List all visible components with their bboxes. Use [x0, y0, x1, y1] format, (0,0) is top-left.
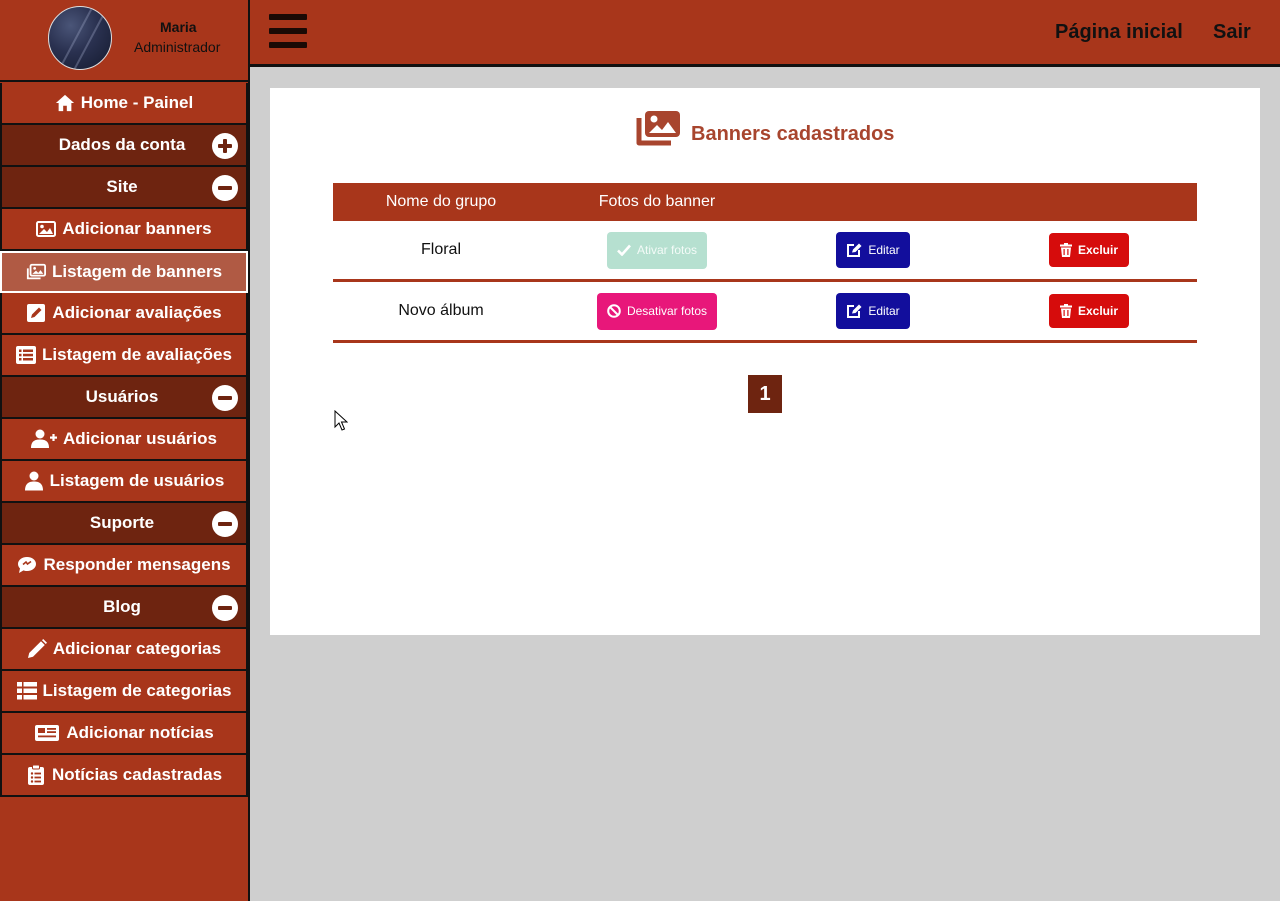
home-link[interactable]: Página inicial [1055, 21, 1183, 44]
button-label: Excluir [1077, 304, 1119, 318]
sidebar-item-list-categories[interactable]: Listagem de categorias [0, 671, 248, 713]
column-header-banner-photos: Fotos do banner [598, 193, 716, 210]
group-name-cell: Novo álbum [398, 302, 484, 319]
table-row: Floral Ativar fotos Editar Excluir [333, 221, 1197, 282]
button-label: Ativar fotos [636, 243, 698, 257]
mouse-cursor-icon [334, 410, 348, 431]
logout-link[interactable]: Sair [1213, 21, 1251, 44]
minus-circle-icon[interactable] [212, 595, 238, 621]
sidebar-section-account[interactable]: Dados da conta [0, 125, 248, 167]
column-header-group-name: Nome do grupo [385, 193, 497, 210]
edit-icon [26, 303, 46, 323]
trash-icon [1059, 304, 1072, 318]
comment-icon [17, 555, 37, 575]
delete-button[interactable]: Excluir [1049, 294, 1129, 328]
trash-icon [1059, 243, 1072, 257]
sidebar-item-label: Adicionar banners [62, 219, 212, 238]
images-icon [26, 262, 46, 282]
clipboard-list-icon [26, 765, 46, 785]
image-icon [36, 219, 57, 239]
sidebar-item-reply-messages[interactable]: Responder mensagens [0, 545, 248, 587]
table-row: Novo álbum Desativar fotos Editar Exclui… [333, 282, 1197, 343]
edit-icon [847, 243, 862, 257]
deactivate-photos-button[interactable]: Desativar fotos [597, 292, 717, 330]
sidebar-item-list-users[interactable]: Listagem de usuários [0, 461, 248, 503]
edit-icon [847, 304, 862, 318]
sidebar-section-label: Site [106, 177, 138, 196]
avatar[interactable] [48, 6, 112, 70]
edit-button[interactable]: Editar [836, 232, 910, 268]
minus-circle-icon[interactable] [212, 175, 238, 201]
sidebar-item-add-users[interactable]: Adicionar usuários [0, 419, 248, 461]
sidebar-item-label: Listagem de usuários [49, 471, 225, 490]
sidebar-item-add-categories[interactable]: Adicionar categorias [0, 629, 248, 671]
button-label: Editar [868, 304, 900, 318]
check-icon [617, 244, 631, 256]
sidebar-item-label: Listagem de avaliações [42, 345, 232, 364]
user-icon [24, 471, 44, 491]
minus-circle-icon[interactable] [212, 511, 238, 537]
sidebar-item-add-reviews[interactable]: Adicionar avaliações [0, 293, 248, 335]
banners-table: Nome do grupo Fotos do banner Floral Ati… [333, 183, 1197, 343]
sidebar-item-label: Responder mensagens [43, 555, 231, 574]
ban-icon [607, 304, 621, 318]
pagination-page-1[interactable]: 1 [748, 375, 782, 413]
sidebar-section-label: Usuários [85, 387, 159, 406]
table-header: Nome do grupo Fotos do banner [333, 183, 1197, 221]
page-title: Banners cadastrados [635, 110, 894, 153]
sidebar-item-label: Adicionar avaliações [52, 303, 222, 322]
activate-photos-button[interactable]: Ativar fotos [607, 231, 707, 269]
sidebar-item-label: Listagem de banners [51, 262, 223, 281]
sidebar-item-add-banners[interactable]: Adicionar banners [0, 209, 248, 251]
profile-name: Maria [160, 19, 197, 35]
banners-card: Banners cadastrados Nome do grupo Fotos … [270, 88, 1260, 635]
delete-button[interactable]: Excluir [1049, 233, 1129, 267]
sidebar-item-label: Adicionar categorias [52, 639, 222, 658]
sidebar: Maria Administrador Home - Painel Dados … [0, 0, 250, 901]
top-bar: Página inicial Sair [250, 0, 1280, 67]
sidebar-item-list-banners[interactable]: Listagem de banners [0, 251, 248, 293]
hamburger-menu-icon[interactable] [269, 14, 307, 50]
sidebar-item-add-news[interactable]: Adicionar notícias [0, 713, 248, 755]
table-list-icon [16, 681, 37, 701]
button-label: Editar [868, 243, 900, 257]
newspaper-icon [34, 723, 60, 743]
sidebar-item-label: Home - Painel [80, 93, 194, 112]
profile-header: Maria Administrador [0, 0, 248, 82]
sidebar-section-site[interactable]: Site [0, 167, 248, 209]
page-title-text: Banners cadastrados [691, 123, 895, 145]
home-icon [55, 93, 75, 113]
sidebar-item-label: Adicionar usuários [63, 429, 217, 448]
sidebar-section-label: Suporte [89, 513, 155, 532]
plus-circle-icon[interactable] [212, 133, 238, 159]
minus-circle-icon[interactable] [212, 385, 238, 411]
sidebar-section-users[interactable]: Usuários [0, 377, 248, 419]
sidebar-section-blog[interactable]: Blog [0, 587, 248, 629]
profile-role: Administrador [134, 39, 221, 55]
edit-button[interactable]: Editar [836, 293, 910, 329]
sidebar-menu: Home - Painel Dados da conta Site Adicio… [0, 83, 248, 797]
sidebar-item-label: Notícias cadastradas [51, 765, 223, 784]
sidebar-item-label: Adicionar notícias [66, 723, 214, 742]
pencil-icon [27, 639, 47, 659]
images-icon [635, 110, 681, 153]
sidebar-section-label: Dados da conta [58, 135, 186, 154]
sidebar-item-list-reviews[interactable]: Listagem de avaliações [0, 335, 248, 377]
sidebar-section-support[interactable]: Suporte [0, 503, 248, 545]
user-plus-icon [31, 429, 57, 449]
sidebar-item-label: Listagem de categorias [42, 681, 232, 700]
sidebar-item-home[interactable]: Home - Painel [0, 83, 248, 125]
sidebar-item-registered-news[interactable]: Notícias cadastradas [0, 755, 248, 797]
list-icon [16, 345, 37, 365]
button-label: Desativar fotos [626, 304, 708, 318]
button-label: Excluir [1077, 243, 1119, 257]
sidebar-section-label: Blog [103, 597, 141, 616]
group-name-cell: Floral [420, 241, 461, 258]
